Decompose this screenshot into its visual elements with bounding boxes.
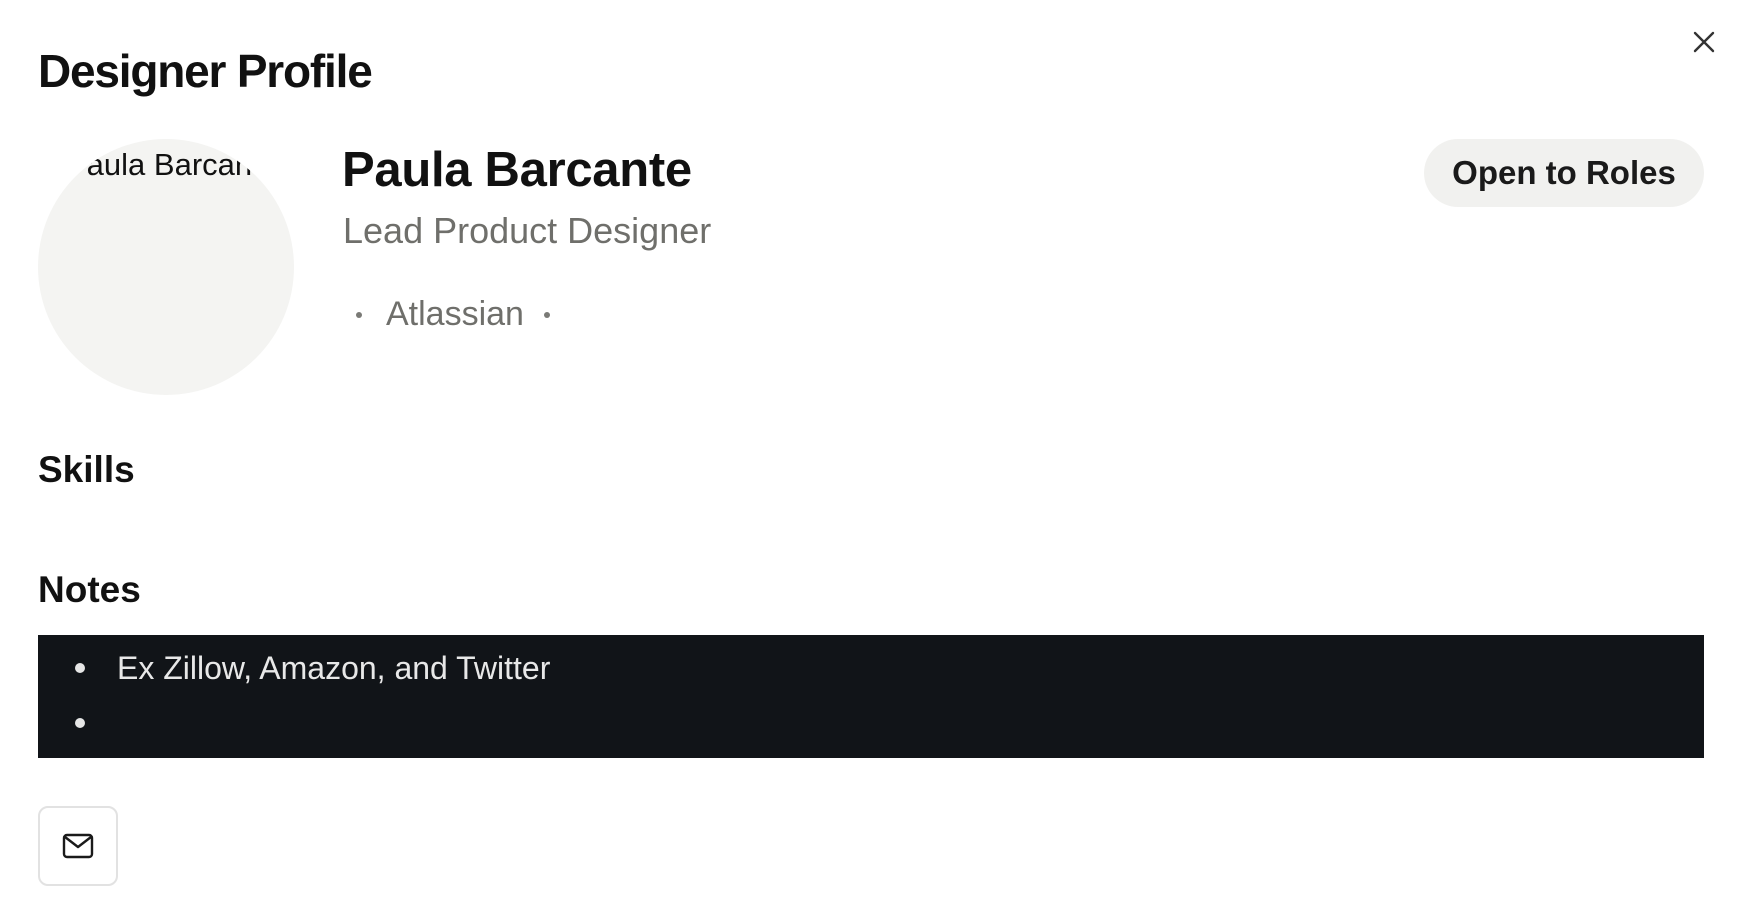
close-button[interactable]	[1688, 26, 1720, 58]
profile-role: Lead Product Designer	[343, 210, 712, 251]
profile-company: Atlassian	[386, 295, 524, 333]
mail-icon	[62, 833, 94, 859]
meta-separator	[543, 311, 550, 318]
avatar-alt-text: Paula Barcante	[66, 147, 278, 182]
notes-box[interactable]: Ex Zillow, Amazon, and Twitter	[38, 635, 1704, 758]
profile-name: Paula Barcante	[342, 143, 692, 197]
dialog-title: Designer Profile	[38, 45, 373, 97]
profile-meta: Atlassian	[356, 295, 550, 334]
notes-heading: Notes	[38, 569, 141, 610]
note-text: Ex Zillow, Amazon, and Twitter	[117, 650, 551, 686]
designer-profile-dialog: Designer Profile Paula Barcante Paula Ba…	[0, 0, 1748, 916]
skills-heading: Skills	[38, 449, 135, 490]
notes-list-item: Ex Zillow, Amazon, and Twitter	[38, 648, 1704, 688]
notes-list-item	[38, 703, 1704, 743]
meta-separator	[356, 311, 362, 318]
avatar: Paula Barcante	[38, 139, 294, 395]
status-pill[interactable]: Open to Roles	[1424, 139, 1704, 207]
email-button[interactable]	[38, 806, 118, 886]
close-icon	[1693, 31, 1715, 53]
bullet	[75, 663, 85, 673]
bullet	[75, 718, 85, 728]
